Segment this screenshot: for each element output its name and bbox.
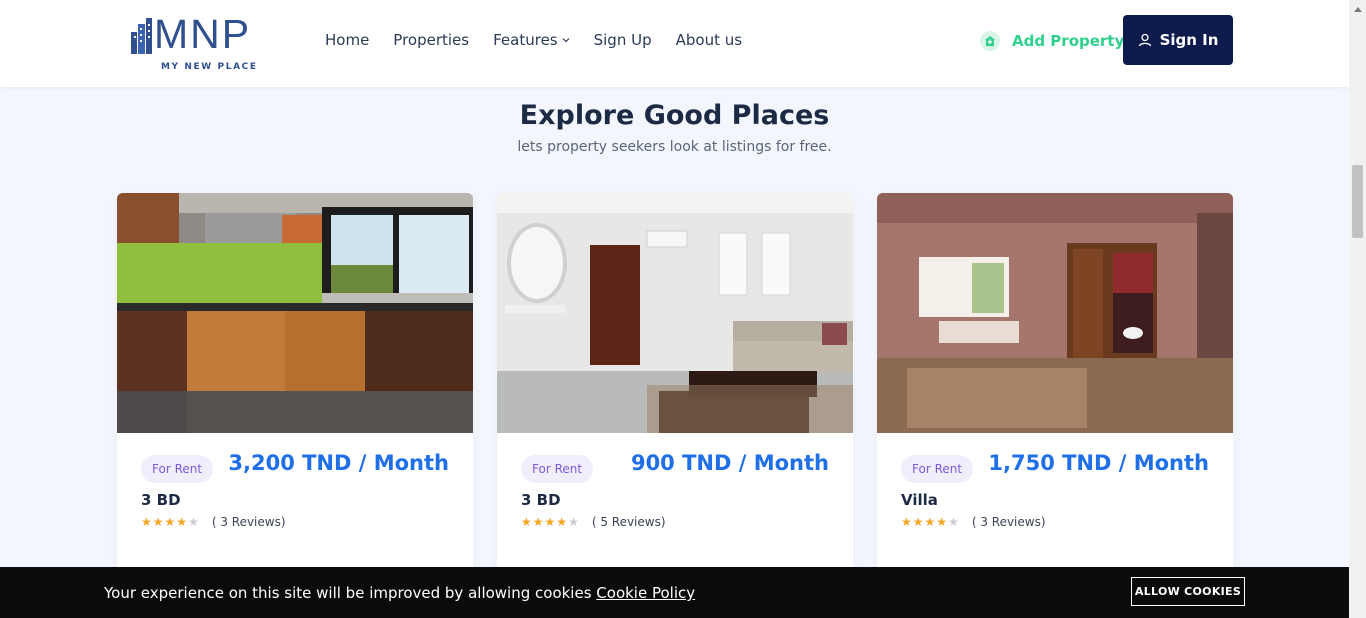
star-icon: ★ [141, 515, 152, 529]
cookie-policy-link[interactable]: Cookie Policy [596, 584, 695, 602]
listing-photo-living-room[interactable] [497, 193, 853, 433]
star-icon: ★ [936, 515, 948, 529]
section-title: Explore Good Places [519, 100, 830, 131]
nav-properties-label: Properties [393, 31, 470, 49]
listing-price: 3,200 TND / Month [228, 451, 449, 475]
site-header: MNP MY NEW PLACE Home Properties Feature… [0, 0, 1349, 87]
add-property-link[interactable]: Add Property [980, 31, 1124, 51]
listing-reviews: ( 3 Reviews) [211, 515, 286, 529]
cookie-message-wrap: Your experience on this site will be imp… [104, 584, 695, 602]
nav-about-us-label: About us [675, 31, 743, 49]
nav-properties[interactable]: Properties [393, 31, 469, 49]
listing-rating: ★ ★ ★ ★ ★ ( 5 Reviews) [521, 515, 666, 529]
listing-status-badge: For Rent [521, 455, 594, 483]
listing-type: 3 BD [521, 491, 561, 509]
listing-status-badge: For Rent [901, 455, 974, 483]
star-icon: ★ [912, 515, 924, 529]
nav-home[interactable]: Home [325, 31, 369, 49]
listing-card[interactable]: For Rent 900 TND / Month 3 BD ★ ★ ★ ★ ★ ( 5 … [497, 193, 853, 613]
listing-reviews: ( 5 Reviews) [591, 515, 666, 529]
sign-in-button[interactable]: Sign In [1123, 15, 1233, 65]
nav-features-label: Features [493, 31, 558, 49]
cookie-banner: Your experience on this site will be imp… [0, 567, 1349, 618]
nav-home-label: Home [325, 31, 370, 49]
star-empty-icon: ★ [948, 515, 959, 529]
section-subtitle: lets property seekers look at listings f… [517, 139, 832, 155]
brand-wordmark: MNP [154, 11, 252, 57]
main-nav: Home Properties Features Sign Up About u… [325, 31, 766, 49]
listing-card[interactable]: For Rent 3,200 TND / Month 3 BD ★ ★ ★ ★ ★ ( … [117, 193, 473, 613]
listing-card[interactable]: For Rent 1,750 TND / Month Villa ★ ★ ★ ★ ★ (… [877, 193, 1233, 613]
star-empty-icon: ★ [188, 515, 199, 529]
star-icon: ★ [164, 515, 176, 529]
star-icon: ★ [924, 515, 936, 529]
listing-rating: ★ ★ ★ ★ ★ ( 3 Reviews) [901, 515, 1046, 529]
nav-sign-up[interactable]: Sign Up [594, 31, 652, 49]
listing-status-badge: For Rent [141, 455, 214, 483]
star-icon: ★ [556, 515, 568, 529]
listing-type: 3 BD [141, 491, 181, 509]
listing-price: 1,750 TND / Month [988, 451, 1209, 475]
star-icon: ★ [176, 515, 188, 529]
listing-photo-kitchen[interactable] [117, 193, 473, 433]
listing-photo-villa-room[interactable] [877, 193, 1233, 433]
add-home-icon [980, 31, 1000, 51]
chevron-down-icon [562, 38, 570, 43]
sign-in-label: Sign In [1159, 31, 1219, 49]
brand-tagline: MY NEW PLACE [161, 62, 258, 72]
user-icon [1138, 33, 1151, 47]
listing-rating: ★ ★ ★ ★ ★ ( 3 Reviews) [141, 515, 286, 529]
scroll-up-arrow-icon[interactable] [1349, 0, 1366, 17]
nav-about-us[interactable]: About us [676, 31, 742, 49]
nav-sign-up-label: Sign Up [593, 31, 652, 49]
add-property-label: Add Property [1012, 32, 1125, 50]
listing-reviews: ( 3 Reviews) [971, 515, 1046, 529]
page-scrollbar[interactable] [1349, 0, 1366, 618]
star-icon: ★ [152, 515, 164, 529]
star-icon: ★ [521, 515, 532, 529]
allow-cookies-button[interactable]: ALLOW COOKIES [1131, 577, 1245, 606]
star-empty-icon: ★ [568, 515, 579, 529]
listing-price: 900 TND / Month [630, 451, 829, 475]
nav-features[interactable]: Features [493, 31, 570, 49]
scrollbar-thumb[interactable] [1352, 165, 1363, 238]
cookie-message: Your experience on this site will be imp… [104, 584, 592, 602]
star-icon: ★ [532, 515, 544, 529]
listing-type: Villa [901, 491, 938, 509]
star-icon: ★ [544, 515, 556, 529]
star-icon: ★ [901, 515, 912, 529]
